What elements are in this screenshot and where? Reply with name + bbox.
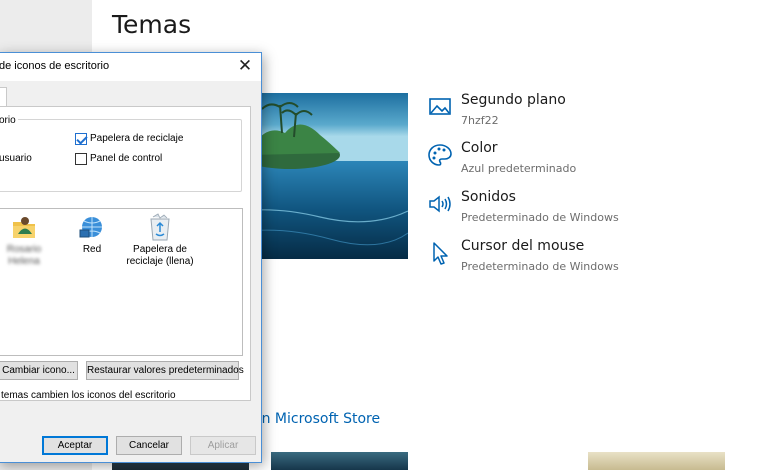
groupbox-label: orio bbox=[0, 115, 18, 126]
background-option-value: 7hzf22 bbox=[461, 114, 499, 127]
page-title: Temas bbox=[112, 10, 192, 39]
network-icon bbox=[78, 217, 106, 244]
sounds-option-value: Predeterminado de Windows bbox=[461, 211, 619, 224]
sounds-option[interactable]: Sonidos Predeterminado de Windows bbox=[427, 189, 687, 229]
theme-thumbnail[interactable] bbox=[588, 452, 725, 470]
accept-button[interactable]: Aceptar bbox=[42, 436, 108, 455]
list-item[interactable]: Red bbox=[68, 215, 116, 256]
theme-thumbnail[interactable] bbox=[271, 452, 408, 470]
desktop-icon-settings-dialog: de iconos de escritorio ✕ orio Papelera … bbox=[0, 52, 262, 463]
color-option-title: Color bbox=[461, 140, 498, 156]
allow-themes-label: temas cambien los iconos del escritorio bbox=[1, 390, 176, 401]
user-folder-caption: Rosario Helena bbox=[6, 244, 42, 267]
tab-desktop-icons[interactable] bbox=[0, 87, 7, 107]
user-folder-icon bbox=[11, 217, 37, 244]
restore-defaults-button[interactable]: Restaurar valores predeterminados bbox=[86, 361, 244, 380]
mouse-cursor-option[interactable]: Cursor del mouse Predeterminado de Windo… bbox=[427, 238, 687, 278]
recycle-bin-caption: Papelera de reciclaje (llena) bbox=[126, 244, 194, 267]
network-caption: Red bbox=[82, 244, 102, 255]
mouse-cursor-option-value: Predeterminado de Windows bbox=[461, 260, 619, 273]
user-files-checkbox-label: usuario bbox=[0, 153, 32, 164]
desktop-icon-list[interactable]: Rosario Helena Red Papelera de reciclaje… bbox=[0, 208, 243, 356]
recycle-bin-full-icon bbox=[148, 213, 172, 244]
mouse-cursor-option-title: Cursor del mouse bbox=[461, 238, 585, 254]
close-icon[interactable]: ✕ bbox=[233, 55, 257, 77]
background-option-title: Segundo plano bbox=[461, 92, 566, 108]
color-option-value: Azul predeterminado bbox=[461, 162, 577, 175]
cursor-icon bbox=[427, 240, 453, 266]
change-icon-button[interactable]: Cambiar icono... bbox=[0, 361, 78, 380]
control-panel-checkbox-label: Panel de control bbox=[90, 153, 163, 164]
recycle-bin-checkbox[interactable] bbox=[75, 133, 87, 145]
color-option[interactable]: Color Azul predeterminado bbox=[427, 140, 687, 180]
palette-icon bbox=[427, 142, 453, 168]
cancel-button[interactable]: Cancelar bbox=[116, 436, 182, 455]
sounds-option-title: Sonidos bbox=[461, 189, 516, 205]
recycle-bin-checkbox-label: Papelera de reciclaje bbox=[90, 133, 184, 144]
list-item[interactable]: Rosario Helena bbox=[0, 215, 52, 268]
speaker-icon bbox=[427, 191, 453, 217]
dialog-title: de iconos de escritorio bbox=[0, 60, 110, 72]
microsoft-store-link[interactable]: en Microsoft Store bbox=[253, 411, 380, 427]
background-option[interactable]: Segundo plano 7hzf22 bbox=[427, 92, 687, 132]
control-panel-checkbox[interactable] bbox=[75, 153, 87, 165]
apply-button: Aplicar bbox=[190, 436, 256, 455]
dialog-titlebar[interactable]: de iconos de escritorio ✕ bbox=[0, 53, 261, 81]
list-item[interactable]: Papelera de reciclaje (llena) bbox=[124, 213, 196, 268]
picture-icon bbox=[427, 94, 453, 120]
